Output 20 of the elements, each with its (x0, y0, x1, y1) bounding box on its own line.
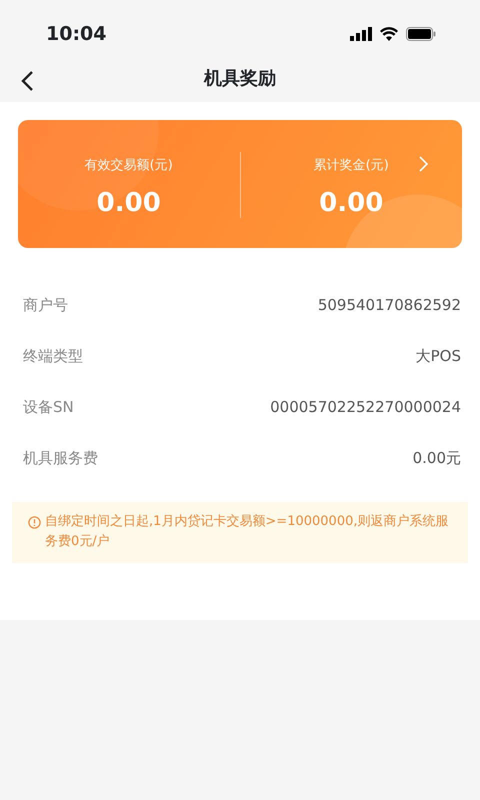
battery-icon (406, 27, 436, 41)
detail-label: 商户号 (23, 295, 68, 316)
summary-label: 有效交易额(元) (84, 157, 173, 175)
back-icon (20, 70, 34, 92)
detail-value: 大POS (416, 346, 461, 368)
detail-value: 509540170862592 (318, 295, 461, 316)
detail-label: 机具服务费 (23, 448, 98, 470)
page-title: 机具奖励 (204, 66, 276, 90)
detail-value: 0.00元 (412, 448, 461, 470)
info-icon (28, 516, 41, 529)
detail-label: 终端类型 (23, 346, 83, 368)
summary-value: 0.00 (318, 187, 384, 220)
summary-value: 0.00 (96, 187, 162, 220)
detail-label: 设备SN (23, 397, 74, 418)
summary-label: 累计奖金(元) (314, 157, 389, 175)
status-time: 10:04 (46, 22, 106, 47)
signal-icon (350, 27, 372, 41)
wifi-icon (380, 27, 398, 41)
notice-text: 自绑定时间之日起,1月内贷记卡交易额>=10000000,则返商户系统服务费0元/户 (45, 513, 450, 550)
detail-value: 00005702252270000024 (270, 397, 461, 418)
